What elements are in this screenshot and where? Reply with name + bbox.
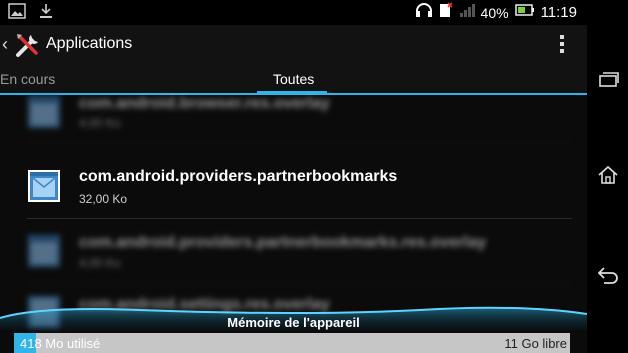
sim-error-icon xyxy=(439,2,453,23)
back-icon[interactable]: ‹ xyxy=(2,34,8,55)
list-item[interactable]: com.android.providers.partnerbookmarks 3… xyxy=(0,157,587,219)
battery-icon xyxy=(514,3,535,22)
overflow-menu-icon[interactable] xyxy=(559,35,565,55)
action-bar: ‹ Applications xyxy=(0,25,587,65)
download-icon xyxy=(38,3,54,24)
app-name: com.android.browser.res.overlay xyxy=(79,95,330,112)
memory-free-label: 11 Go libre xyxy=(504,336,567,351)
app-icon xyxy=(27,234,61,268)
app-name: com.android.providers.partnerbookmarks.r… xyxy=(79,234,487,251)
back-nav-icon[interactable] xyxy=(587,255,628,295)
row-divider xyxy=(27,283,572,284)
home-icon[interactable] xyxy=(587,155,628,195)
app-size: 4,00 Ko xyxy=(79,256,121,270)
clock: 11:19 xyxy=(540,4,577,21)
status-notifications xyxy=(8,3,54,24)
signal-icon xyxy=(459,2,475,23)
app-size: 4,00 Ko xyxy=(79,116,121,130)
image-icon xyxy=(8,3,26,24)
app-size: 32,00 Ko xyxy=(79,192,128,206)
status-system: 40% 11:19 xyxy=(415,2,577,23)
page-title: Applications xyxy=(46,35,133,52)
row-divider xyxy=(27,141,572,142)
screen: 40% 11:19 ‹ Applications En cours Toutes xyxy=(0,0,587,353)
recent-apps-icon[interactable] xyxy=(587,60,628,100)
memory-title: Mémoire de l'appareil xyxy=(227,315,360,330)
row-divider xyxy=(27,218,572,219)
app-name: com.android.providers.partnerbookmarks xyxy=(79,168,398,185)
battery-percent: 40% xyxy=(480,4,509,21)
headset-icon xyxy=(415,2,433,23)
navigation-bar xyxy=(587,0,628,353)
list-item[interactable]: com.android.providers.partnerbookmarks.r… xyxy=(0,224,587,286)
status-bar: 40% 11:19 xyxy=(0,0,587,25)
app-list[interactable]: com.android.browser.res.overlay 4,00 Ko … xyxy=(0,95,587,328)
tools-icon[interactable] xyxy=(14,31,42,64)
app-icon xyxy=(27,169,61,203)
app-icon xyxy=(27,95,61,129)
memory-used-label: 418 Mo utilisé xyxy=(20,336,101,351)
list-item[interactable]: com.android.browser.res.overlay 4,00 Ko xyxy=(0,83,587,145)
